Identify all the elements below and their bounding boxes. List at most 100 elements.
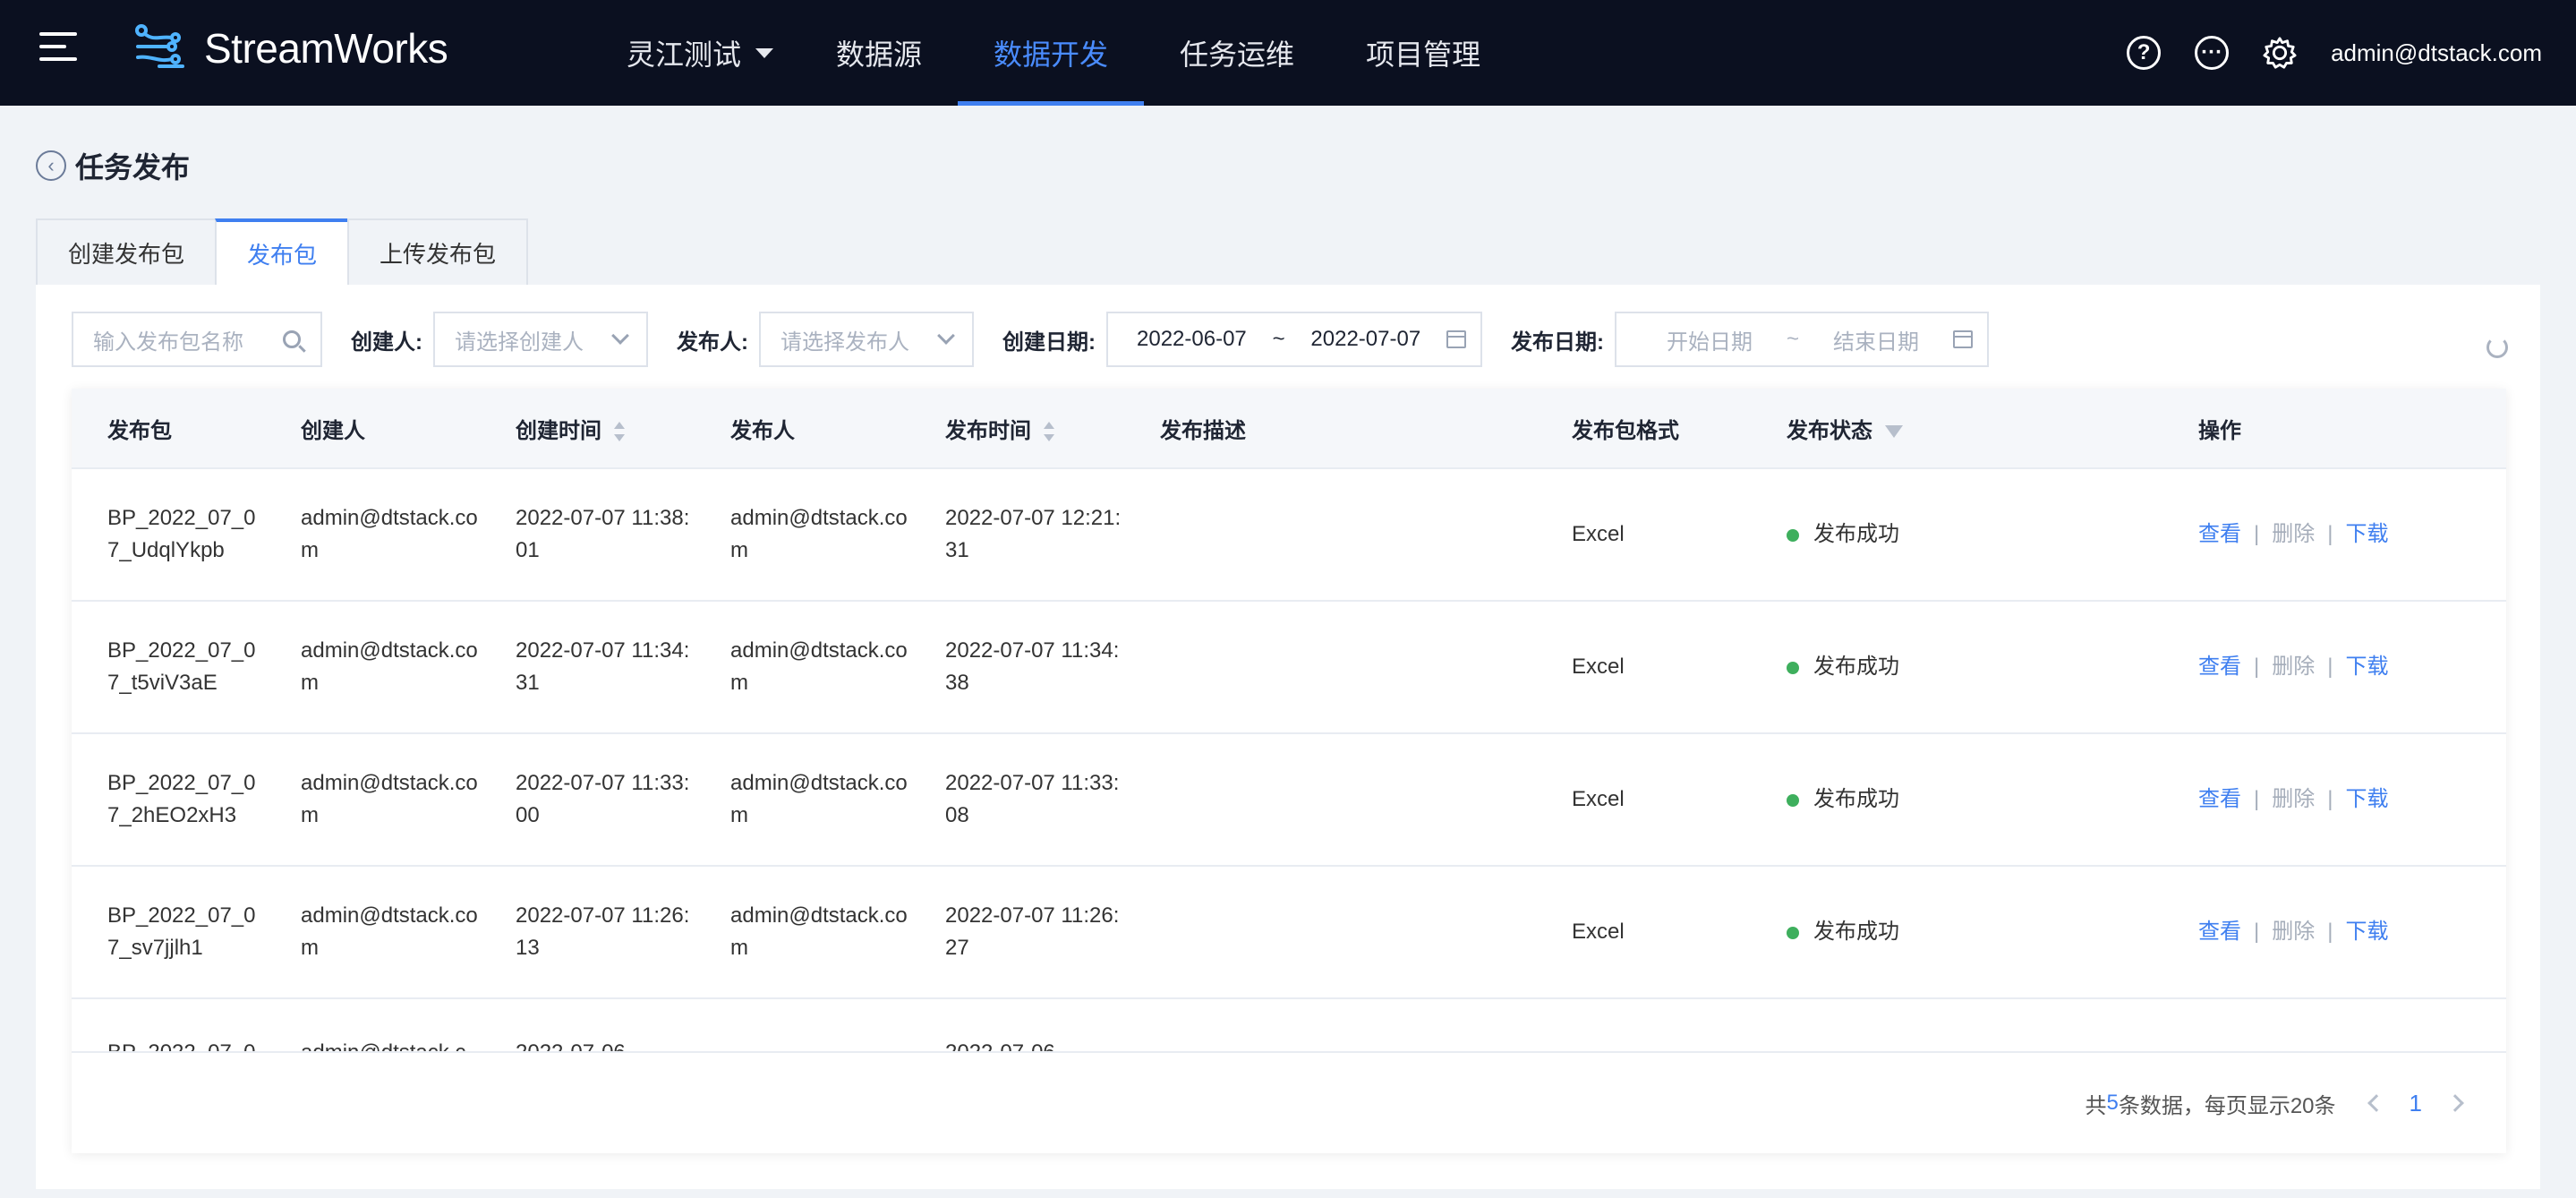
publish-date-sep: ~: [1786, 327, 1799, 351]
cell-package: BP_2022_07_07_sv7jjlh1: [107, 903, 256, 960]
nav-item-task-ops[interactable]: 任务运维: [1144, 0, 1330, 106]
create-date-label: 创建日期:: [1002, 329, 1096, 355]
publish-date-start[interactable]: 开始日期: [1667, 324, 1753, 355]
view-link[interactable]: 查看: [2198, 787, 2241, 811]
cell-status: 发布成功: [1751, 518, 2162, 551]
download-link[interactable]: 下载: [2345, 920, 2388, 944]
view-link[interactable]: 查看: [2198, 522, 2241, 546]
cell-status: 发布成功: [1751, 783, 2162, 816]
content-card: 输入发布包名称 创建人: 请选择创建人 发布人: 请选择发布人 创建日期: 20…: [36, 285, 2540, 1189]
header-publish-time[interactable]: 发布时间: [909, 413, 1124, 444]
message-icon[interactable]: ···: [2195, 36, 2230, 70]
delete-link[interactable]: 删除: [2272, 522, 2315, 546]
search-placeholder: 输入发布包名称: [93, 329, 243, 355]
sort-icon[interactable]: [1044, 422, 1054, 442]
create-date-range[interactable]: 2022-06-07 ~ 2022-07-07: [1106, 312, 1482, 367]
chevron-left-icon[interactable]: [2367, 1094, 2385, 1112]
publisher-select[interactable]: 请选择发布人: [759, 312, 974, 367]
tab-create-package[interactable]: 创建发布包: [36, 218, 218, 287]
menu-icon[interactable]: [39, 32, 77, 64]
table-row: BP_2022_07_07_t5viV3aE admin@dtstack.com…: [72, 602, 2506, 734]
download-link[interactable]: 下载: [2345, 522, 2388, 546]
header-status[interactable]: 发布状态: [1751, 413, 2162, 444]
cell-creator: admin@dtstack.c: [265, 1037, 480, 1051]
download-link[interactable]: 下载: [2345, 787, 2388, 811]
cell-creator: admin@dtstack.com: [301, 903, 478, 960]
cell-create-time: 2022-07-06: [480, 1037, 695, 1051]
cell-publish-time: 2022-07-07 11:26:27: [945, 903, 1120, 960]
cell-status: 发布成功: [1751, 651, 2162, 683]
page-number[interactable]: 1: [2410, 1090, 2422, 1117]
header-status-label: 发布状态: [1787, 418, 1872, 443]
action-separator: |: [2254, 787, 2260, 811]
cell-package: BP_2022_07_0: [72, 1037, 265, 1051]
nav-item-data-develop[interactable]: 数据开发: [958, 0, 1145, 106]
cell-create-time: 2022-07-07 11:26:13: [516, 903, 690, 960]
status-text: 发布成功: [1813, 920, 1899, 944]
cell-create-time: 2022-07-07 11:34:31: [516, 638, 690, 695]
chevron-down-icon: [611, 327, 629, 345]
page-header: ‹ 任务发布: [36, 145, 190, 186]
delete-link[interactable]: 删除: [2272, 655, 2315, 679]
header-create-time-label: 创建时间: [516, 418, 601, 443]
tab-package[interactable]: 发布包: [215, 218, 350, 287]
create-date-start[interactable]: 2022-06-07: [1137, 327, 1247, 352]
publish-date-end[interactable]: 结束日期: [1833, 324, 1919, 355]
nav-item-project-manage[interactable]: 项目管理: [1330, 0, 1516, 106]
cell-create-time: 2022-07-07 11:38:01: [516, 506, 690, 562]
streamworks-logo-icon: [135, 24, 184, 68]
status-dot-icon: [1787, 661, 1799, 674]
cell-publish-time: 2022-07-06: [909, 1037, 1124, 1051]
status-dot-icon: [1787, 528, 1799, 542]
creator-select[interactable]: 请选择创建人: [433, 312, 648, 367]
tab-upload-package[interactable]: 上传发布包: [347, 218, 529, 287]
top-navbar: StreamWorks 灵江测试 数据源 数据开发 任务运维 项目管理 ? ··…: [0, 0, 2576, 106]
refresh-icon[interactable]: [2486, 337, 2508, 358]
app-logo[interactable]: StreamWorks: [132, 23, 448, 73]
cell-actions: 查看 | 删除 | 下载: [2162, 651, 2506, 683]
user-email[interactable]: admin@dtstack.com: [2331, 39, 2542, 67]
total-suffix: 条数据，每页显示20条: [2118, 1093, 2336, 1118]
view-link[interactable]: 查看: [2198, 920, 2241, 944]
cell-package: BP_2022_07_07_t5viV3aE: [107, 638, 256, 695]
project-selector[interactable]: 灵江测试: [591, 0, 800, 106]
action-separator: |: [2327, 522, 2333, 546]
app-name: StreamWorks: [204, 25, 448, 72]
delete-link[interactable]: 删除: [2272, 787, 2315, 811]
calendar-icon: [1446, 330, 1466, 348]
cell-publisher: admin@dtstack.com: [730, 903, 908, 960]
nav-item-datasource[interactable]: 数据源: [800, 0, 958, 106]
header-format: 发布包格式: [1572, 418, 1679, 443]
create-date-sep: ~: [1272, 327, 1285, 351]
gear-icon[interactable]: [2263, 36, 2297, 70]
cell-create-time: 2022-07-07 11:33:00: [516, 771, 690, 827]
download-link[interactable]: 下载: [2345, 655, 2388, 679]
action-separator: |: [2327, 655, 2333, 679]
help-icon[interactable]: ?: [2127, 36, 2162, 70]
cell-package: BP_2022_07_07_2hEO2xH3: [107, 771, 256, 827]
action-separator: |: [2254, 522, 2260, 546]
filter-icon[interactable]: [1885, 425, 1903, 439]
publisher-label: 发布人:: [677, 329, 748, 355]
cell-package: BP_2022_07_07_UdqlYkpb: [107, 506, 256, 562]
table-header: 发布包 创建人 创建时间 发布人 发布时间 发布描述 发布包格式 发布状态 操作: [72, 389, 2506, 469]
publish-date-range[interactable]: 开始日期 ~ 结束日期: [1615, 312, 1989, 367]
cell-creator: admin@dtstack.com: [301, 506, 478, 562]
cell-actions: 查看 | 删除 | 下载: [2162, 783, 2506, 816]
cell-publish-time: 2022-07-07 11:34:38: [945, 638, 1120, 695]
header-create-time[interactable]: 创建时间: [480, 413, 695, 444]
package-table: 发布包 创建人 创建时间 发布人 发布时间 发布描述 发布包格式 发布状态 操作…: [72, 389, 2506, 1153]
search-input[interactable]: 输入发布包名称: [72, 312, 322, 367]
cell-format: Excel: [1572, 522, 1625, 546]
delete-link[interactable]: 删除: [2272, 920, 2315, 944]
view-link[interactable]: 查看: [2198, 655, 2241, 679]
create-date-end[interactable]: 2022-07-07: [1310, 327, 1420, 352]
chevron-right-icon[interactable]: [2446, 1094, 2464, 1112]
back-icon[interactable]: ‹: [36, 150, 66, 181]
total-count: 5: [2106, 1091, 2119, 1115]
cell-publisher: admin@dtstack.com: [730, 771, 908, 827]
sort-icon[interactable]: [614, 422, 625, 442]
header-actions: 操作: [2198, 418, 2241, 443]
publish-date-label: 发布日期:: [1511, 329, 1604, 355]
status-text: 发布成功: [1813, 522, 1899, 546]
